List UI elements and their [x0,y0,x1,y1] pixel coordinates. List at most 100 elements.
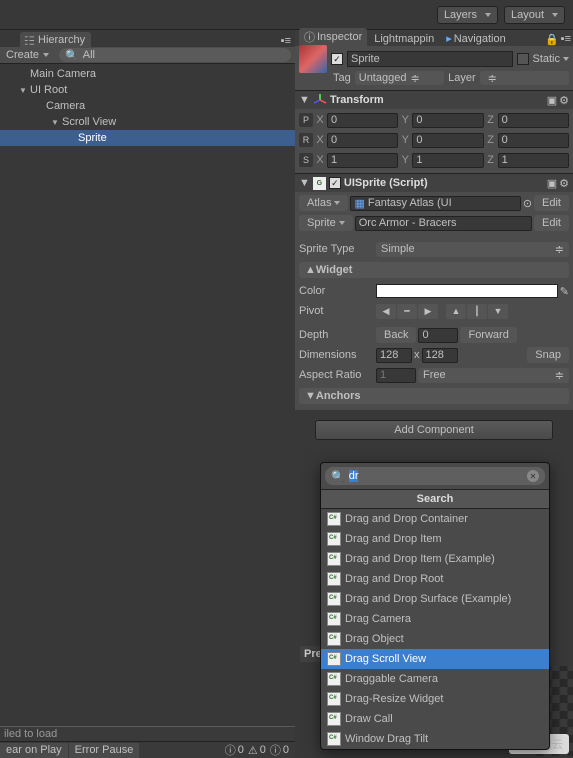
transform-header[interactable]: ▼ Transform ▣⚙ [295,91,573,109]
layer-dropdown[interactable]: ≑ [480,71,569,85]
clear-search-icon[interactable]: ✕ [527,470,539,482]
lock-icon[interactable]: 🔒 [545,33,559,46]
component-item[interactable]: Drag and Drop Surface (Example) [321,589,549,609]
hierarchy-item-ui-root[interactable]: ▼UI Root [0,82,295,98]
pivot-label: Pivot [299,305,374,317]
component-item[interactable]: Window Drag Tilt [321,729,549,749]
panel-menu-icon[interactable]: ▪≡ [561,33,571,46]
depth-forward-button[interactable]: Forward [460,327,516,343]
error-pause-button[interactable]: Error Pause [69,743,140,758]
hierarchy-item-sprite[interactable]: Sprite [0,130,295,146]
sprite-field[interactable]: Orc Armor - Bracers [355,216,532,231]
pos-y-field[interactable]: 0 [412,113,483,128]
rot-x-field[interactable]: 0 [327,133,398,148]
scale-x-field[interactable]: 1 [327,153,398,168]
pivot-top-icon[interactable]: ▲ [446,304,466,319]
component-item[interactable]: Draw Call [321,709,549,729]
prefab-icon: ▦ [354,197,364,210]
width-field[interactable]: 128 [376,348,412,363]
component-item[interactable]: Drag and Drop Container [321,509,549,529]
pivot-center-icon[interactable]: ━ [397,304,417,319]
aspect-mode-dropdown[interactable]: Free≑ [418,368,569,383]
atlas-field[interactable]: ▦Fantasy Atlas (UI [350,196,520,211]
chevron-down-icon[interactable] [563,57,569,61]
component-search-field[interactable]: 🔍 ✕ [325,467,545,485]
atlas-button[interactable]: Atlas [299,195,348,211]
anchors-section[interactable]: ▼ Anchors [299,388,569,404]
fold-icon[interactable]: ▼ [299,177,310,189]
gear-icon[interactable]: ⚙ [559,177,569,190]
eyedropper-icon[interactable]: ✎ [560,285,569,298]
static-checkbox[interactable] [517,53,529,65]
hierarchy-tree[interactable]: Main Camera ▼UI Root Camera ▼Scroll View… [0,64,295,726]
active-checkbox[interactable]: ✓ [331,53,343,65]
pos-x-field[interactable]: 0 [327,113,398,128]
sprite-type-dropdown[interactable]: Simple≑ [376,242,569,257]
edit-atlas-button[interactable]: Edit [534,195,569,211]
pos-z-field[interactable]: 0 [498,113,569,128]
component-list[interactable]: Drag and Drop ContainerDrag and Drop Ite… [321,509,549,749]
rot-z-field[interactable]: 0 [498,133,569,148]
create-button[interactable]: Create [0,49,55,61]
snap-button[interactable]: Snap [527,347,569,363]
tag-dropdown[interactable]: Untagged≑ [355,71,444,85]
hierarchy-item-camera[interactable]: Camera [0,98,295,114]
aspect-field[interactable]: 1 [376,368,416,383]
component-search-input[interactable] [349,470,523,482]
fold-icon[interactable]: ▼ [18,86,28,95]
chevron-down-icon [334,201,340,205]
edit-sprite-button[interactable]: Edit [534,215,569,231]
panel-menu-icon[interactable]: ▪≡ [281,35,295,47]
layers-dropdown[interactable]: Layers [437,6,498,24]
lightmapping-tab[interactable]: Lightmappin [369,32,439,46]
pivot-middle-icon[interactable]: ┃ [467,304,487,319]
object-name-field[interactable]: Sprite [347,51,513,67]
scale-z-field[interactable]: 1 [498,153,569,168]
component-item[interactable]: Drag and Drop Item (Example) [321,549,549,569]
component-item[interactable]: Drag-Resize Widget [321,689,549,709]
sprite-button[interactable]: Sprite [299,215,353,231]
component-item[interactable]: Drag Object [321,629,549,649]
depth-back-button[interactable]: Back [376,327,416,343]
fold-icon[interactable]: ▼ [299,94,310,106]
inspector-tab[interactable]: ⓘInspector [299,28,367,46]
component-item[interactable]: Drag and Drop Item [321,529,549,549]
hierarchy-item-scroll-view[interactable]: ▼Scroll View [0,114,295,130]
rotation-label: R [299,133,313,147]
pivot-vertical[interactable]: ▲ ┃ ▼ [446,304,508,319]
component-item[interactable]: Drag and Drop Root [321,569,549,589]
hierarchy-item-main-camera[interactable]: Main Camera [0,66,295,82]
info-count[interactable]: ⓘ 0 [225,742,244,758]
help-icon[interactable]: ▣ [547,177,557,190]
rot-y-field[interactable]: 0 [412,133,483,148]
help-icon[interactable]: ▣ [547,94,557,107]
enabled-checkbox[interactable]: ✓ [329,177,341,189]
status-text: iled to load [0,727,295,742]
gear-icon[interactable]: ⚙ [559,94,569,107]
warn-count[interactable]: ⚠ 0 [248,744,266,757]
clear-on-play-button[interactable]: ear on Play [0,743,68,758]
component-item[interactable]: Draggable Camera [321,669,549,689]
add-component-button[interactable]: Add Component [315,420,553,440]
hierarchy-search[interactable]: 🔍 All [59,48,291,62]
static-toggle[interactable]: Static [517,53,569,65]
error-count[interactable]: ⓘ 0 [270,742,289,758]
fold-icon[interactable]: ▼ [50,118,60,127]
scale-y-field[interactable]: 1 [412,153,483,168]
navigation-tab[interactable]: ▸Navigation [441,31,511,46]
widget-section[interactable]: ▲ Widget [299,262,569,278]
object-picker-icon[interactable]: ⊙ [523,197,532,210]
pivot-left-icon[interactable]: ◀ [376,304,396,319]
layout-dropdown[interactable]: Layout [504,6,565,24]
gameobject-icon[interactable] [299,45,327,73]
pivot-bottom-icon[interactable]: ▼ [488,304,508,319]
pivot-horizontal[interactable]: ◀ ━ ▶ [376,304,438,319]
uisprite-header[interactable]: ▼ G ✓ UISprite (Script) ▣⚙ [295,174,573,192]
pivot-right-icon[interactable]: ▶ [418,304,438,319]
component-item[interactable]: Drag Scroll View [321,649,549,669]
hierarchy-tab[interactable]: Hierarchy [20,32,91,47]
depth-field[interactable]: 0 [418,328,458,343]
component-item[interactable]: Drag Camera [321,609,549,629]
color-field[interactable] [376,284,558,298]
height-field[interactable]: 128 [422,348,458,363]
